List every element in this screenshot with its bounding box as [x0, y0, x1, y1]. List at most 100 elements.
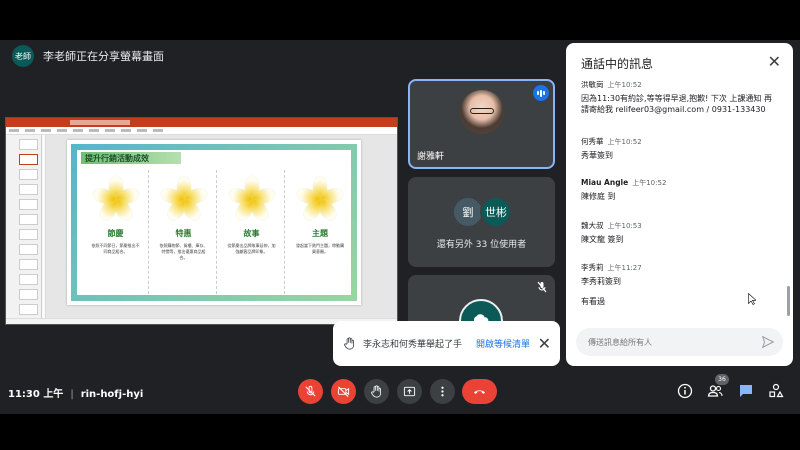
slide-thumbnail	[19, 289, 38, 300]
chat-message: 何秀華 上午10:52 秀華簽到	[581, 136, 776, 161]
message-text: 秀華簽到	[581, 151, 613, 160]
message-sender: 何秀華	[581, 137, 604, 146]
slide-column-text: 依照不同節日，節慶推出不同商品組合。	[91, 243, 140, 254]
ppt-titlebar	[6, 118, 397, 127]
chat-title: 通話中的訊息	[581, 57, 654, 71]
close-icon[interactable]: ✕	[538, 334, 551, 353]
slide-thumbnail	[19, 229, 38, 240]
slide-thumbnail	[19, 139, 38, 150]
hand-icon	[371, 385, 381, 398]
chat-message: 李秀莉 上午11:27 李秀莉簽到	[581, 262, 776, 287]
participant-tile-others[interactable]: 劉 世彬 還有另外 33 位使用者	[408, 177, 555, 267]
slide-column-title: 故事	[243, 229, 260, 238]
message-sender: 魏大叔	[581, 221, 604, 230]
slide-column-text: 依照購物節、貨櫃、庫存、特價等，推出優惠商品組合。	[159, 243, 208, 260]
raise-hand-button[interactable]	[364, 379, 389, 404]
participant-avatar: 世彬	[480, 196, 512, 228]
open-queue-link[interactable]: 開啟等候清單	[476, 337, 530, 350]
message-text: 有看過	[581, 297, 605, 306]
slide-column: 主題發起當下熱門主題，帶動購買意願。	[287, 170, 353, 294]
slide-thumbnail	[19, 184, 38, 195]
participant-name: 謝雅軒	[417, 152, 445, 162]
speaking-indicator-icon	[533, 85, 549, 101]
slide-title: 提升行銷活動成效	[85, 154, 149, 163]
clock-time: 11:30 上午	[8, 389, 64, 400]
slide-thumbnail	[19, 259, 38, 270]
chat-message: 洪敏崗 上午10:52 因為11:30有約診,等等得早退,抱歉! 下次 上課通知 …	[581, 81, 776, 115]
plumeria-flower-icon	[226, 176, 277, 224]
more-options-button[interactable]	[430, 379, 455, 404]
chat-input-box[interactable]	[576, 328, 783, 356]
chat-message: 魏大叔 上午10:53 陳文龍 簽到	[581, 220, 776, 245]
message-time: 上午10:52	[632, 179, 667, 187]
activities-icon[interactable]	[768, 383, 784, 399]
ppt-ribbon	[6, 127, 397, 135]
message-text: 陳文龍 簽到	[581, 235, 624, 244]
slide-column: 故事從節慶出品牌故事延伸，加強顧客品牌印象。	[219, 170, 285, 294]
mic-toggle-button[interactable]	[298, 379, 323, 404]
mic-off-icon	[537, 281, 547, 293]
chat-message-list[interactable]: 洪敏崗 上午10:52 因為11:30有約診,等等得早退,抱歉! 下次 上課通知 …	[581, 81, 776, 331]
meeting-code: rin-hofj-hyi	[80, 389, 144, 400]
slide-thumbnail	[19, 304, 38, 315]
others-count-text: 還有另外 33 位使用者	[436, 240, 527, 250]
slide-thumbnail	[19, 214, 38, 225]
message-text: 陳修庭 到	[581, 192, 616, 201]
slide-thumbnail	[19, 169, 38, 180]
message-text: 因為11:30有約診,等等得早退,抱歉! 下次 上課通知 再請寄給我 relif…	[581, 94, 772, 114]
mouse-cursor-icon	[748, 293, 756, 305]
slide-column-title: 節慶	[107, 229, 124, 238]
raised-hand-notification: 李永志和何秀華舉起了手 開啟等候清單 ✕	[333, 321, 560, 366]
chat-message: Miau Angle 上午10:52 陳修庭 到	[581, 178, 776, 202]
message-time: 上午10:52	[607, 138, 642, 146]
end-call-icon	[473, 390, 486, 394]
slide-thumbnails	[6, 135, 42, 318]
end-call-button[interactable]	[462, 379, 497, 404]
meeting-info: 11:30 上午 | rin-hofj-hyi	[8, 389, 144, 400]
presenter-avatar: 老師	[12, 45, 34, 67]
slide-column: 特惠依照購物節、貨櫃、庫存、特價等，推出優惠商品組合。	[151, 170, 217, 294]
message-sender: 洪敏崗	[581, 81, 604, 89]
plumeria-flower-icon	[90, 176, 141, 224]
chat-input[interactable]	[576, 328, 746, 356]
chat-icon[interactable]	[738, 383, 754, 399]
message-text: 李秀莉簽到	[581, 277, 621, 286]
participant-photo	[460, 90, 504, 134]
participant-count-badge: 36	[715, 374, 729, 385]
camera-toggle-button[interactable]	[331, 379, 356, 404]
bottom-letterbox	[0, 414, 800, 450]
slide-thumbnail	[19, 199, 38, 210]
info-icon[interactable]	[677, 383, 693, 399]
send-icon[interactable]	[761, 335, 775, 349]
more-vert-icon	[441, 386, 444, 397]
presenter-banner: 老師 李老師正在分享螢幕畫面	[0, 40, 560, 72]
people-icon[interactable]	[707, 383, 723, 399]
camera-off-icon	[337, 386, 350, 398]
hand-icon	[344, 337, 354, 350]
slide-column-title: 特惠	[175, 229, 192, 238]
message-time: 上午11:27	[607, 264, 642, 272]
participant-avatar: 劉	[454, 198, 482, 226]
close-icon[interactable]: ✕	[768, 52, 781, 71]
chat-scrollbar[interactable]	[787, 286, 790, 316]
plumeria-flower-icon	[295, 176, 345, 224]
message-sender: 李秀莉	[581, 263, 604, 272]
slide-thumbnail	[19, 244, 38, 255]
mic-off-icon	[305, 385, 316, 397]
message-time: 上午10:52	[607, 81, 642, 89]
raised-hand-text: 李永志和何秀華舉起了手	[363, 340, 463, 350]
message-time: 上午10:53	[607, 222, 642, 230]
slide-column-text: 從節慶出品牌故事延伸，加強顧客品牌印象。	[227, 243, 276, 254]
presenter-text: 李老師正在分享螢幕畫面	[43, 50, 164, 63]
plumeria-flower-icon	[158, 176, 209, 224]
present-screen-button[interactable]	[397, 379, 422, 404]
present-icon	[403, 386, 416, 397]
chat-panel: 通話中的訊息 ✕ 洪敏崗 上午10:52 因為11:30有約診,等等得早退,抱歉!…	[566, 43, 793, 366]
participant-tile-active[interactable]: 謝雅軒	[408, 79, 555, 169]
slide-column-title: 主題	[312, 229, 328, 238]
slide-thumbnail	[19, 274, 38, 285]
slide-column-text: 發起當下熱門主題，帶動購買意願。	[296, 243, 344, 254]
top-letterbox	[0, 0, 800, 40]
chat-message: 有看過	[581, 293, 776, 307]
thumbnail-scrollbar	[42, 135, 46, 318]
